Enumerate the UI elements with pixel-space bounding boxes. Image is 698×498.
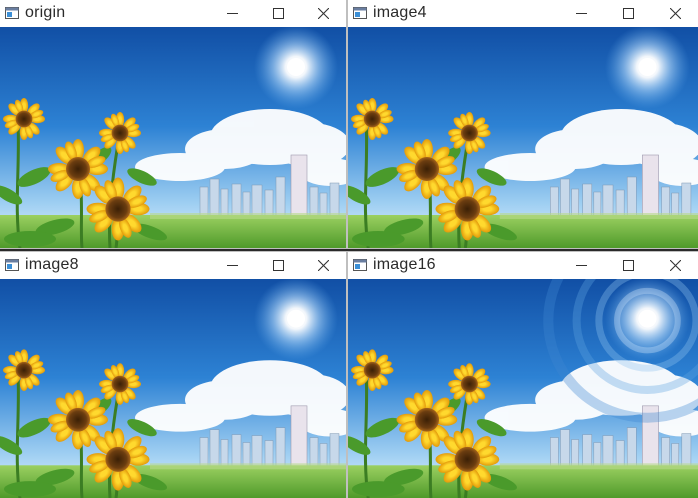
maximize-icon — [622, 8, 634, 19]
minimize-button[interactable] — [209, 0, 255, 27]
close-icon — [317, 260, 329, 271]
close-button[interactable] — [652, 0, 698, 27]
maximize-icon — [272, 260, 284, 271]
app-icon — [353, 7, 367, 19]
minimize-icon — [575, 13, 587, 14]
window-title: image4 — [373, 4, 427, 21]
title-bar[interactable]: image16 — [348, 252, 698, 279]
close-button[interactable] — [300, 0, 346, 27]
minimize-icon — [575, 265, 587, 266]
window-image4[interactable]: image4 — [348, 0, 698, 248]
minimize-button[interactable] — [558, 252, 604, 279]
maximize-button[interactable] — [255, 0, 301, 27]
close-button[interactable] — [652, 252, 698, 279]
close-icon — [669, 8, 681, 19]
close-button[interactable] — [300, 252, 346, 279]
window-origin[interactable]: origin — [0, 0, 346, 248]
window-image8[interactable]: image8 — [0, 252, 346, 498]
maximize-button[interactable] — [255, 252, 301, 279]
title-bar[interactable]: image4 — [348, 0, 698, 27]
minimize-button[interactable] — [209, 252, 255, 279]
image-canvas — [0, 27, 346, 248]
sunflower-scene-image — [0, 27, 346, 248]
minimize-icon — [226, 13, 238, 14]
maximize-button[interactable] — [605, 0, 651, 27]
app-icon — [5, 7, 19, 19]
app-icon — [353, 259, 367, 271]
window-title: image16 — [373, 256, 436, 273]
sunflower-scene-image — [348, 27, 698, 248]
maximize-button[interactable] — [605, 252, 651, 279]
image-canvas — [348, 279, 698, 498]
minimize-button[interactable] — [558, 0, 604, 27]
close-icon — [317, 8, 329, 19]
minimize-icon — [226, 265, 238, 266]
title-bar[interactable]: image8 — [0, 252, 346, 279]
title-bar[interactable]: origin — [0, 0, 346, 27]
window-title: image8 — [25, 256, 79, 273]
image-canvas — [348, 27, 698, 248]
maximize-icon — [272, 8, 284, 19]
image-canvas — [0, 279, 346, 498]
sunflower-scene-image — [0, 279, 346, 498]
sunflower-scene-image-posterized — [348, 279, 698, 498]
window-title: origin — [25, 4, 66, 21]
maximize-icon — [622, 260, 634, 271]
window-image16[interactable]: image16 — [348, 252, 698, 498]
app-icon — [5, 259, 19, 271]
close-icon — [669, 260, 681, 271]
